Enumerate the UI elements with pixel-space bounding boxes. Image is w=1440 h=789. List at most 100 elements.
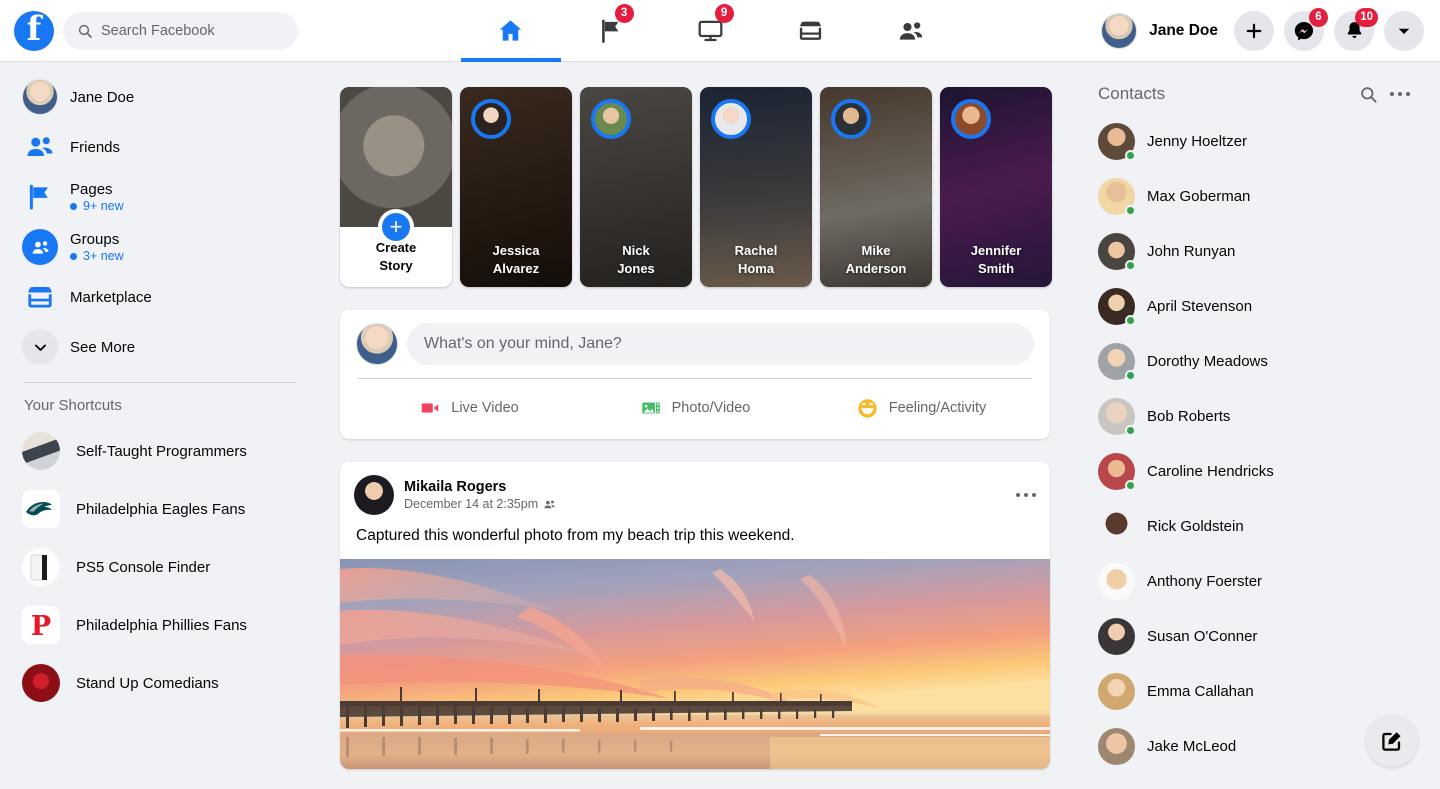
sidebar-item-pages[interactable]: Pages 9+ new bbox=[14, 172, 306, 222]
flag-icon bbox=[22, 179, 58, 215]
online-status-indicator bbox=[1125, 150, 1136, 161]
sidebar-divider bbox=[24, 382, 296, 383]
live-video-button[interactable]: Live Video bbox=[356, 387, 582, 429]
contact-row[interactable]: Emma Callahan bbox=[1090, 664, 1424, 719]
contact-name: Susan O'Conner bbox=[1147, 628, 1257, 645]
sidebar-item-label: Groups bbox=[70, 231, 124, 248]
story-card[interactable]: JenniferSmith bbox=[940, 87, 1052, 287]
online-status-indicator bbox=[1125, 480, 1136, 491]
live-video-label: Live Video bbox=[451, 400, 518, 416]
contacts-title: Contacts bbox=[1098, 84, 1352, 104]
contact-row[interactable]: Anthony Foerster bbox=[1090, 554, 1424, 609]
composer-actions: Live Video Photo/Video Feeling bbox=[356, 379, 1034, 429]
composer-input[interactable]: What's on your mind, Jane? bbox=[407, 323, 1034, 365]
nav-tab-groups[interactable] bbox=[861, 0, 961, 62]
svg-text:P: P bbox=[31, 611, 51, 642]
online-status-indicator bbox=[1125, 260, 1136, 271]
facebook-logo-icon[interactable] bbox=[14, 11, 54, 51]
avatar[interactable] bbox=[354, 475, 394, 515]
storefront-icon bbox=[22, 279, 58, 315]
shortcut-label: Philadelphia Phillies Fans bbox=[76, 617, 247, 634]
header-left-section: Search Facebook bbox=[0, 11, 320, 51]
story-card[interactable]: JessicaAlvarez bbox=[460, 87, 572, 287]
avatar bbox=[1098, 508, 1135, 545]
phillies-logo-thumbnail: P bbox=[22, 606, 60, 644]
header-right-section: Jane Doe 6 10 bbox=[1101, 11, 1440, 51]
nav-tab-marketplace[interactable] bbox=[761, 0, 861, 62]
avatar[interactable] bbox=[356, 323, 398, 365]
create-story-card[interactable]: + CreateStory bbox=[340, 87, 452, 287]
sidebar-item-marketplace[interactable]: Marketplace bbox=[14, 272, 306, 322]
create-button[interactable] bbox=[1234, 11, 1274, 51]
contact-row[interactable]: Bob Roberts bbox=[1090, 389, 1424, 444]
shortcut-item[interactable]: PS5 Console Finder bbox=[14, 538, 306, 596]
contact-row[interactable]: Dorothy Meadows bbox=[1090, 334, 1424, 389]
contact-name: Caroline Hendricks bbox=[1147, 463, 1274, 480]
shortcut-label: Stand Up Comedians bbox=[76, 675, 219, 692]
create-story-thumbnail bbox=[340, 87, 452, 227]
contact-row[interactable]: Max Goberman bbox=[1090, 169, 1424, 224]
compose-message-icon bbox=[1380, 729, 1404, 753]
create-story-label: CreateStory bbox=[340, 239, 452, 275]
contact-name: Jake McLeod bbox=[1147, 738, 1236, 755]
shortcut-label: Philadelphia Eagles Fans bbox=[76, 501, 245, 518]
online-status-indicator bbox=[1125, 315, 1136, 326]
shortcut-item[interactable]: Stand Up Comedians bbox=[14, 654, 306, 712]
sidebar-item-friends[interactable]: Friends bbox=[14, 122, 306, 172]
contact-name: John Runyan bbox=[1147, 243, 1235, 260]
photo-video-button[interactable]: Photo/Video bbox=[582, 387, 808, 429]
contact-row[interactable]: Susan O'Conner bbox=[1090, 609, 1424, 664]
avatar bbox=[1098, 673, 1135, 710]
ps5-console-thumbnail bbox=[22, 548, 60, 586]
avatar bbox=[1098, 618, 1135, 655]
contacts-more-button[interactable] bbox=[1384, 78, 1416, 110]
notifications-button[interactable]: 10 bbox=[1334, 11, 1374, 51]
composer-placeholder: What's on your mind, Jane? bbox=[424, 335, 622, 353]
sidebar-item-badge: 3+ new bbox=[70, 249, 124, 263]
feeling-activity-button[interactable]: Feeling/Activity bbox=[808, 387, 1034, 429]
more-options-icon[interactable] bbox=[1016, 493, 1037, 498]
shortcut-item[interactable]: P Philadelphia Phillies Fans bbox=[14, 596, 306, 654]
shortcut-item[interactable]: Philadelphia Eagles Fans bbox=[14, 480, 306, 538]
post-author[interactable]: Mikaila Rogers bbox=[404, 479, 1016, 495]
account-name[interactable]: Jane Doe bbox=[1149, 22, 1218, 40]
contact-name: Rick Goldstein bbox=[1147, 518, 1244, 535]
contact-name: Max Goberman bbox=[1147, 188, 1250, 205]
post-header: Mikaila Rogers December 14 at 2:35pm bbox=[340, 462, 1050, 523]
contact-row[interactable]: John Runyan bbox=[1090, 224, 1424, 279]
compose-message-button[interactable] bbox=[1366, 715, 1418, 767]
contact-row[interactable]: Rick Goldstein bbox=[1090, 499, 1424, 554]
feed-post: Mikaila Rogers December 14 at 2:35pm Cap… bbox=[340, 462, 1050, 769]
contact-row[interactable]: Caroline Hendricks bbox=[1090, 444, 1424, 499]
friends-icon bbox=[22, 129, 58, 165]
story-name: JessicaAlvarez bbox=[466, 242, 566, 278]
contacts-search-button[interactable] bbox=[1352, 78, 1384, 110]
stories-tray: + CreateStory JessicaAlvarez NickJones R… bbox=[340, 87, 1050, 287]
search-input[interactable]: Search Facebook bbox=[63, 12, 298, 50]
sidebar-item-groups[interactable]: Groups 3+ new bbox=[14, 222, 306, 272]
sidebar-item-label: Jane Doe bbox=[70, 89, 134, 106]
more-options-icon bbox=[1390, 92, 1411, 97]
shortcut-label: Self-Taught Programmers bbox=[76, 443, 247, 460]
avatar bbox=[1098, 233, 1135, 270]
sidebar-item-see-more[interactable]: See More bbox=[14, 322, 306, 372]
post-text: Captured this wonderful photo from my be… bbox=[340, 523, 1050, 559]
shortcut-item[interactable]: Self-Taught Programmers bbox=[14, 422, 306, 480]
nav-tab-home[interactable] bbox=[461, 0, 561, 62]
post-image[interactable] bbox=[340, 559, 1050, 769]
story-card[interactable]: RachelHoma bbox=[700, 87, 812, 287]
story-card[interactable]: MikeAnderson bbox=[820, 87, 932, 287]
nav-tab-pages[interactable]: 3 bbox=[561, 0, 661, 62]
post-composer: What's on your mind, Jane? Live Video bbox=[340, 310, 1050, 439]
sidebar-item-profile[interactable]: Jane Doe bbox=[14, 72, 306, 122]
account-menu-button[interactable] bbox=[1384, 11, 1424, 51]
nav-tab-watch[interactable]: 9 bbox=[661, 0, 761, 62]
sidebar-item-label: Marketplace bbox=[70, 289, 152, 306]
messenger-button[interactable]: 6 bbox=[1284, 11, 1324, 51]
contact-row[interactable]: April Stevenson bbox=[1090, 279, 1424, 334]
avatar[interactable] bbox=[1101, 13, 1137, 49]
notifications-badge: 10 bbox=[1355, 8, 1378, 27]
story-card[interactable]: NickJones bbox=[580, 87, 692, 287]
post-timestamp: December 14 at 2:35pm bbox=[404, 497, 1016, 511]
contact-row[interactable]: Jenny Hoeltzer bbox=[1090, 114, 1424, 169]
